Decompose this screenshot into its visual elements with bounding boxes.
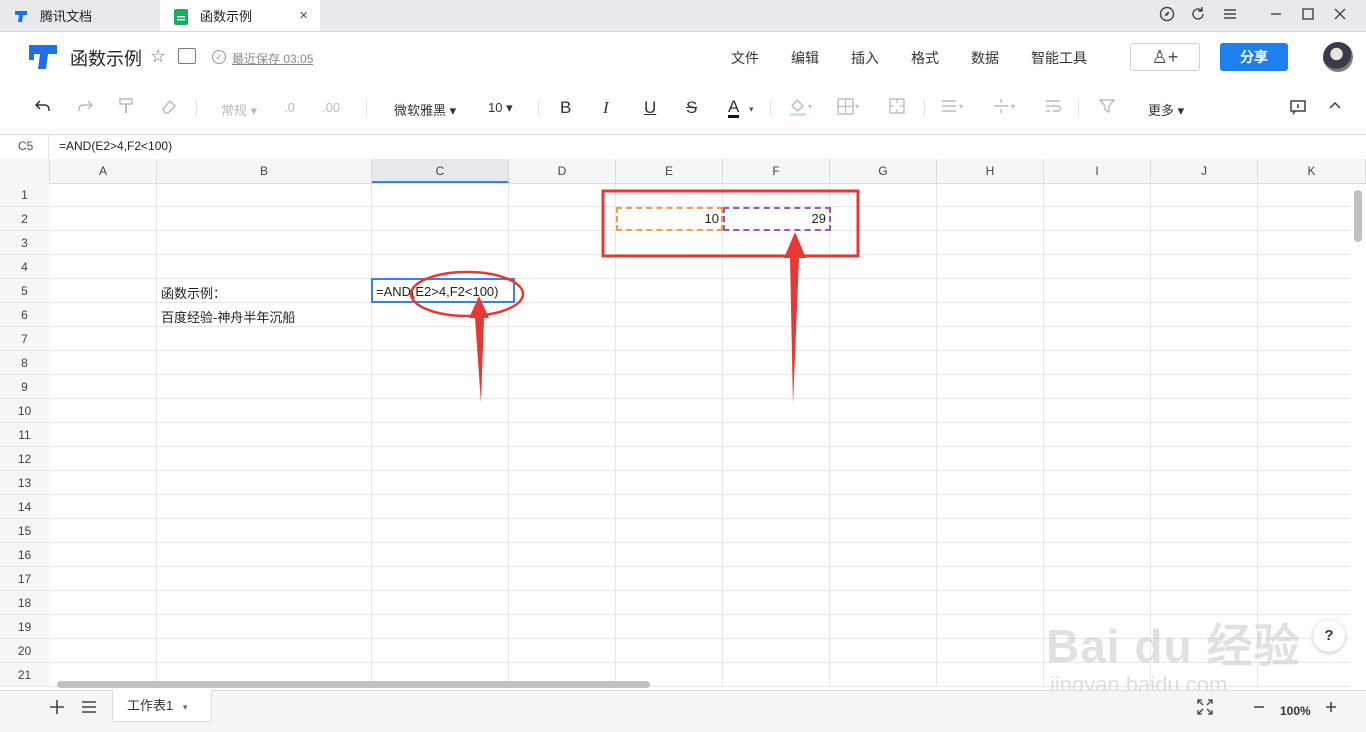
fullscreen-icon[interactable] <box>1196 698 1214 721</box>
annotation-arrow-left <box>469 296 489 403</box>
sheet-tab[interactable]: 工作表1 ▾ <box>112 690 212 722</box>
zoom-in-icon[interactable] <box>1323 698 1339 721</box>
sheet-tab-dropdown-icon[interactable]: ▾ <box>183 702 188 712</box>
baidu-watermark: Bai du 经验 <box>1046 620 1301 672</box>
annotation-arrow-right <box>784 232 806 405</box>
vertical-scrollbar[interactable] <box>1354 190 1362 242</box>
sheet-tab-label: 工作表1 <box>127 698 174 713</box>
help-button[interactable]: ? <box>1313 620 1345 652</box>
add-sheet-icon[interactable] <box>48 698 66 721</box>
zoom-out-icon[interactable] <box>1251 698 1267 721</box>
annotation-circle <box>409 270 525 318</box>
sheet-list-icon[interactable] <box>80 698 98 721</box>
annotation-box <box>601 189 860 258</box>
zoom-level[interactable]: 100% <box>1280 704 1311 718</box>
horizontal-scrollbar[interactable] <box>57 681 650 688</box>
